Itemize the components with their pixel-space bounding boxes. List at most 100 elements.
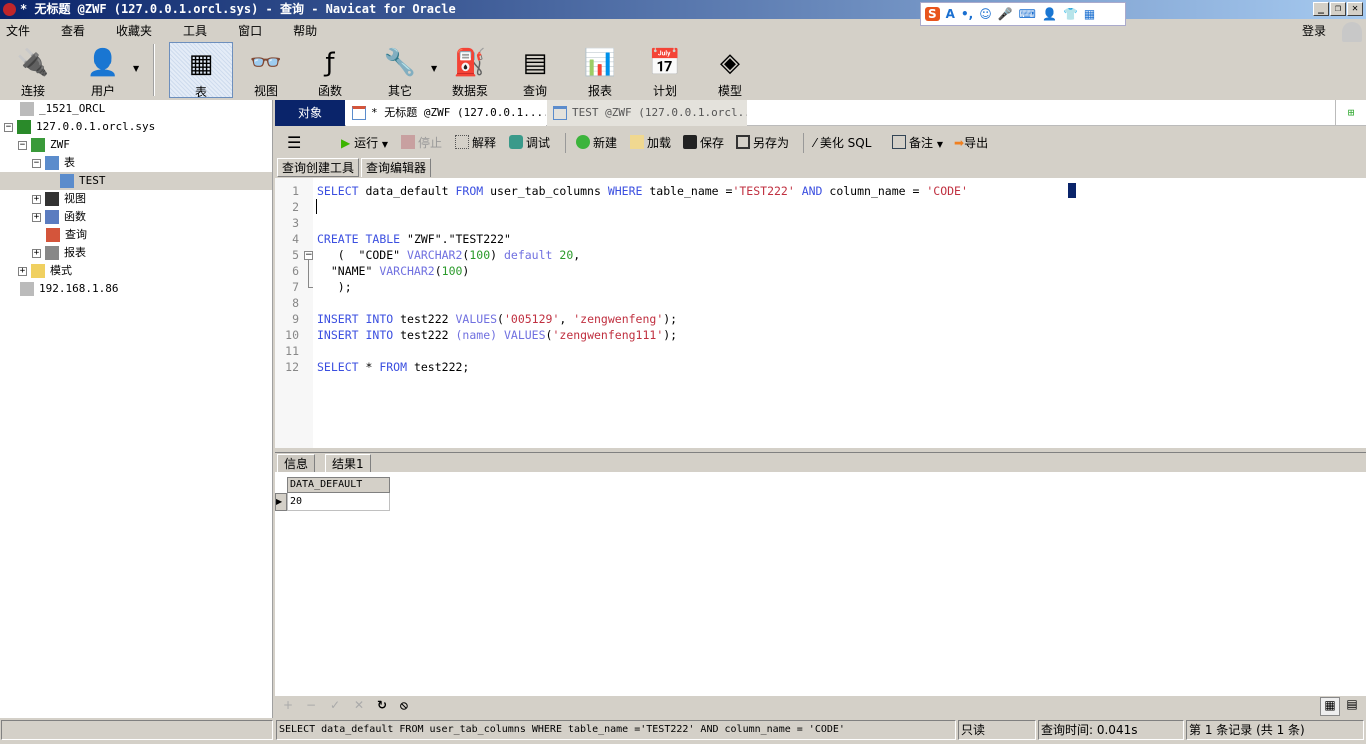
column-header[interactable]: DATA_DEFAULT	[287, 477, 390, 493]
toolbar-report-button[interactable]: 📊 报表	[568, 42, 632, 98]
beautify-sql-button[interactable]: ⁄ 美化 SQL	[814, 134, 871, 152]
code-line[interactable]: INSERT INTO test222 VALUES('005129', 'ze…	[317, 311, 677, 327]
grid-view-icon[interactable]: ▦	[1320, 697, 1340, 716]
code-token: WHERE	[607, 184, 643, 198]
expand-icon[interactable]: +	[32, 194, 41, 204]
stop-button[interactable]: 停止	[401, 134, 442, 152]
sql-editor[interactable]: 1 2 3 4 5 6 7 8 9 10 11 12 SELECT data_default FROM…	[275, 178, 1366, 448]
tab-query[interactable]: * 无标题 @ZWF (127.0.0.1....	[346, 100, 546, 126]
minimize-button[interactable]: _	[1313, 2, 1329, 16]
explain-button[interactable]: 解释	[455, 134, 496, 152]
refresh-icon[interactable]: ↻	[377, 698, 387, 712]
save-as-button[interactable]: 另存为	[736, 134, 789, 152]
menu-file[interactable]: 文件	[0, 20, 37, 40]
discard-icon[interactable]: ✕	[354, 698, 364, 712]
form-view-icon[interactable]: ▤	[1343, 697, 1361, 716]
tree-node[interactable]: 192.168.1.86	[20, 280, 118, 298]
collapse-icon[interactable]: −	[18, 140, 27, 150]
tree-node[interactable]: 查询	[46, 226, 87, 244]
login-button[interactable]: 登录	[1302, 22, 1326, 39]
code-line[interactable]: SELECT * FROM test222;	[317, 359, 469, 375]
menu-icon[interactable]: ☰	[287, 134, 301, 152]
chevron-down-icon[interactable]: ▼	[431, 64, 437, 73]
code-token: VALUES	[455, 312, 498, 326]
menu-window[interactable]: 窗口	[232, 20, 269, 40]
menu-view[interactable]: 查看	[55, 20, 92, 40]
new-button[interactable]: 新建	[576, 134, 617, 152]
export-button[interactable]: ➡导出	[954, 134, 988, 152]
menu-favorites[interactable]: 收藏夹	[110, 20, 159, 40]
expand-icon[interactable]: +	[32, 248, 41, 258]
tab-table[interactable]: TEST @ZWF (127.0.0.1.orcl...	[547, 100, 747, 126]
tree-node[interactable]: + 函数	[32, 208, 86, 226]
restore-button[interactable]: ❐	[1330, 2, 1346, 16]
debug-button[interactable]: 调试	[509, 134, 550, 152]
ime-item[interactable]: A	[946, 7, 955, 21]
tree-node[interactable]: _1521_ORCL	[20, 100, 105, 118]
user-avatar-icon[interactable]	[1342, 22, 1362, 42]
expand-icon[interactable]: +	[32, 212, 41, 222]
toolbar-query-button[interactable]: ▤ 查询	[503, 42, 567, 98]
apply-icon[interactable]: ✓	[330, 698, 340, 712]
toolbar-view-button[interactable]: 👓 视图	[234, 42, 298, 98]
tree-node[interactable]: + 报表	[32, 244, 86, 262]
tree-node[interactable]: + 模式	[18, 262, 72, 280]
comment-button[interactable]: 备注 ▼	[892, 134, 943, 152]
toolbar-calendar-button[interactable]: 📅 计划	[633, 42, 697, 98]
collapse-icon[interactable]: −	[32, 158, 41, 168]
new-tab-button[interactable]: ⊞	[1335, 100, 1366, 126]
toolbar-pump-button[interactable]: ⛽ 数据泵	[438, 42, 502, 98]
toolbar-tools-button[interactable]: 🔧 其它	[368, 42, 432, 98]
result-grid[interactable]: DATA_DEFAULT ▶ 20	[275, 472, 1366, 696]
ime-item[interactable]: •,	[961, 7, 973, 21]
tab-result-1[interactable]: 结果1	[325, 454, 371, 473]
tab-objects[interactable]: 对象	[275, 100, 345, 126]
chevron-down-icon[interactable]: ▼	[133, 64, 139, 73]
tree-node[interactable]: − ZWF	[18, 136, 70, 154]
menu-tools[interactable]: 工具	[177, 20, 214, 40]
stop-icon	[401, 135, 415, 149]
chevron-down-icon[interactable]: ▼	[937, 140, 943, 149]
close-button[interactable]: ✕	[1347, 2, 1363, 16]
tree-node[interactable]: + 视图	[32, 190, 86, 208]
load-button[interactable]: 加载	[630, 134, 671, 152]
ime-item[interactable]: 👤	[1042, 7, 1057, 21]
tree-node[interactable]: − 127.0.0.1.orcl.sys	[4, 118, 155, 136]
code-line[interactable]: );	[317, 279, 352, 295]
run-button[interactable]: ▶ 运行 ▼	[341, 134, 388, 152]
grid-cell[interactable]: 20	[287, 493, 390, 511]
ime-item[interactable]: ⌨	[1019, 7, 1036, 21]
chevron-down-icon[interactable]: ▼	[382, 140, 388, 149]
toolbar-model-button[interactable]: ◈ 模型	[698, 42, 762, 98]
tab-info[interactable]: 信息	[277, 454, 316, 473]
ime-item[interactable]: ☺	[979, 7, 992, 21]
toolbar-plug-button[interactable]: 🔌 连接	[1, 42, 65, 98]
view-icon	[45, 192, 59, 206]
save-button[interactable]: 保存	[683, 134, 724, 152]
connection-tree[interactable]: _1521_ORCL −127.0.0.1.orcl.sys − ZWF − 表 TEST +…	[0, 100, 273, 718]
ime-item[interactable]: 👕	[1063, 7, 1078, 21]
toolbar-function-button[interactable]: ƒ 函数	[298, 42, 362, 98]
fold-icon[interactable]: −	[304, 251, 313, 260]
collapse-icon[interactable]: −	[4, 122, 13, 132]
schema-icon	[31, 138, 45, 152]
ime-item[interactable]: 🎤	[998, 7, 1013, 21]
tab-query-editor[interactable]: 查询编辑器	[361, 158, 432, 177]
tab-query-builder[interactable]: 查询创建工具	[277, 158, 360, 177]
code-line[interactable]: SELECT data_default FROM user_tab_column…	[317, 183, 968, 199]
menu-help[interactable]: 帮助	[287, 20, 324, 40]
code-line[interactable]: INSERT INTO test222 (name) VALUES('zengw…	[317, 327, 677, 343]
code-line[interactable]: "NAME" VARCHAR2(100)	[317, 263, 470, 279]
toolbar-table-button[interactable]: ▦ 表	[169, 42, 233, 99]
stop-icon[interactable]: ⦸	[400, 698, 408, 713]
code-line[interactable]: ( "CODE" VARCHAR2(100) default 20,	[317, 247, 580, 263]
code-line[interactable]: CREATE TABLE "ZWF"."TEST222"	[317, 231, 511, 247]
tree-node[interactable]: − 表	[32, 154, 75, 172]
expand-icon[interactable]: +	[18, 266, 27, 276]
add-record-icon[interactable]: +	[283, 698, 293, 712]
line-number: 1	[292, 184, 299, 198]
tree-node[interactable]: TEST	[0, 172, 272, 190]
delete-record-icon[interactable]: −	[306, 698, 316, 712]
toolbar-user-button[interactable]: 👤 用户	[71, 42, 135, 98]
ime-item[interactable]: ▦	[1084, 7, 1095, 21]
